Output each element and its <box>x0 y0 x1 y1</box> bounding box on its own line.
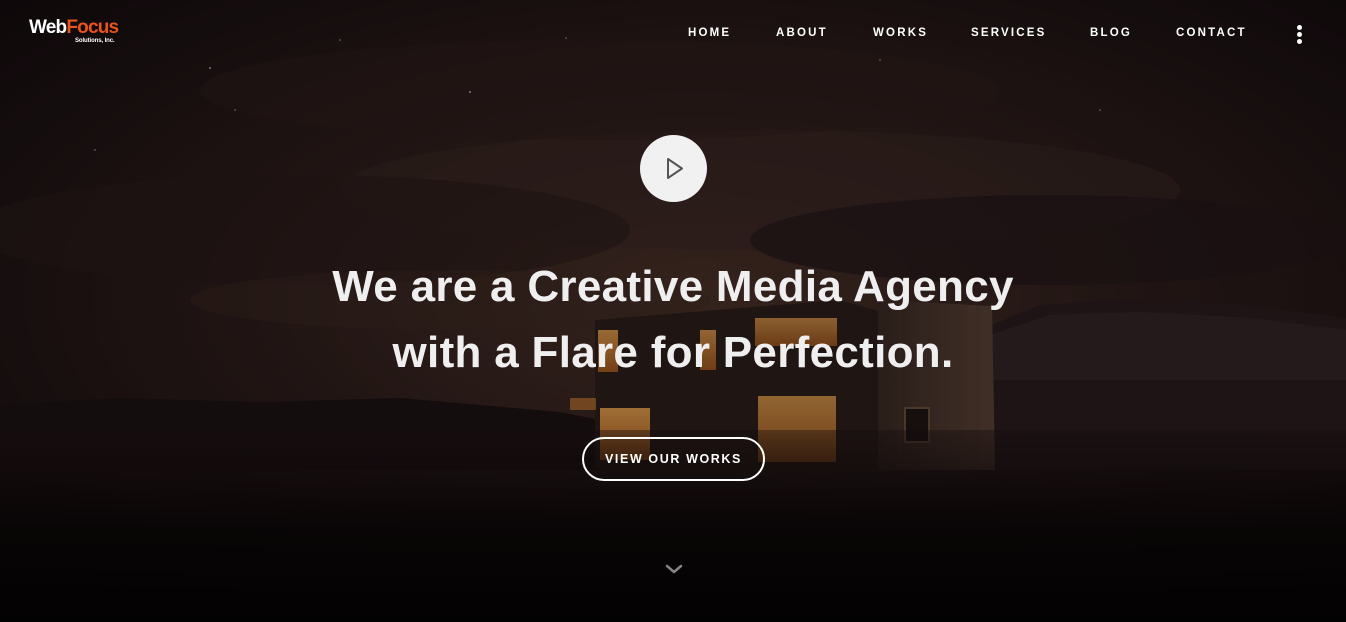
play-video-button[interactable] <box>640 135 707 202</box>
nav-blog[interactable]: BLOG <box>1090 27 1132 39</box>
main-nav: HOME ABOUT WORKS SERVICES BLOG CONTACT <box>0 27 1346 43</box>
chevron-down-icon[interactable] <box>664 562 684 576</box>
hero-section: WebFocus Solutions, Inc. HOME ABOUT WORK… <box>0 0 1346 622</box>
nav-about[interactable]: ABOUT <box>776 27 828 39</box>
nav-contact[interactable]: CONTACT <box>1176 27 1247 39</box>
nav-works[interactable]: WORKS <box>873 27 928 39</box>
view-works-button[interactable]: VIEW OUR WORKS <box>582 437 765 481</box>
nav-home[interactable]: HOME <box>688 27 731 39</box>
play-icon <box>667 158 683 179</box>
more-menu-icon[interactable] <box>1294 24 1306 44</box>
nav-services[interactable]: SERVICES <box>971 27 1047 39</box>
hero-headline-line1: We are a Creative Media Agency <box>332 262 1014 311</box>
hero-headline: We are a Creative Media Agency with a Fl… <box>0 254 1346 386</box>
hero-headline-line2: with a Flare for Perfection. <box>392 328 954 377</box>
